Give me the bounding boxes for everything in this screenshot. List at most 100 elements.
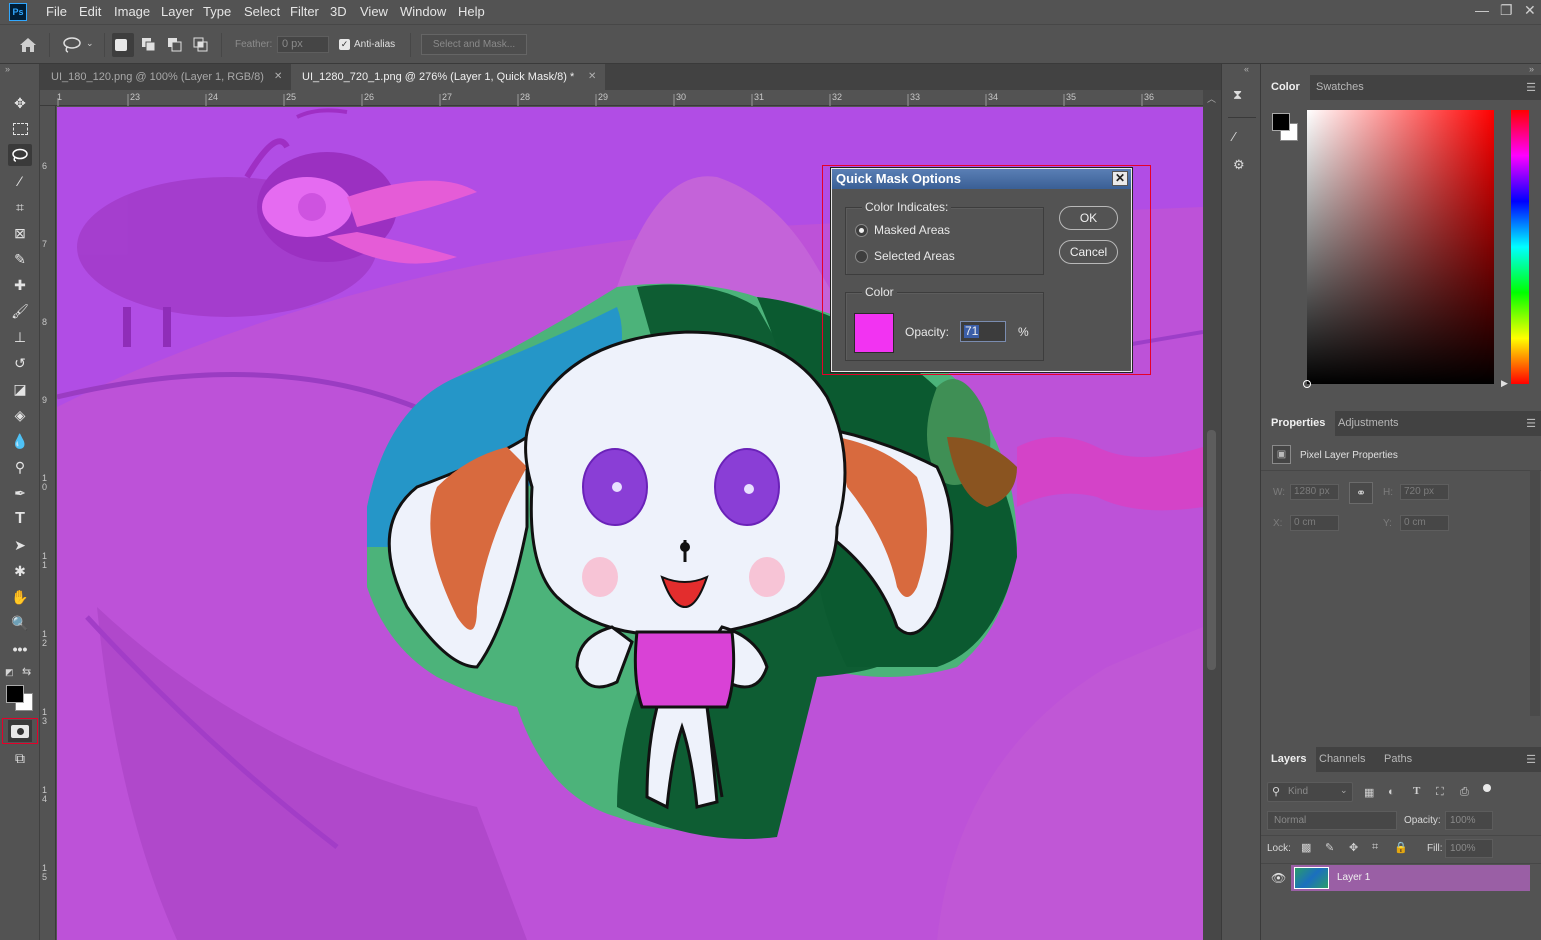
lock-all-icon[interactable]: 🔒 — [1394, 841, 1408, 854]
opacity-input[interactable]: 71 — [960, 321, 1006, 342]
menu-filter[interactable]: Filter — [290, 4, 319, 19]
tab-color[interactable]: Color — [1261, 75, 1310, 100]
color-picker-cursor[interactable] — [1303, 380, 1311, 388]
tool-preset-chevron-icon[interactable]: ⌄ — [86, 38, 94, 49]
dialog-close-icon[interactable]: ✕ — [1112, 171, 1128, 186]
selected-areas-radio[interactable] — [855, 250, 868, 263]
layer-visibility-eye-icon[interactable]: 👁 — [1271, 871, 1286, 885]
foreground-color-swatch[interactable] — [6, 685, 24, 703]
close-window-icon[interactable]: ✕ — [1524, 2, 1536, 19]
paint-bucket-tool-icon[interactable]: ◈ — [8, 404, 32, 426]
menu-edit[interactable]: Edit — [79, 4, 101, 19]
y-field[interactable]: 0 cm — [1400, 515, 1449, 531]
tab-ui-1280-close-icon[interactable]: ✕ — [588, 64, 596, 90]
lock-artboard-icon[interactable]: ⌗ — [1372, 841, 1378, 854]
filter-smart-objects-icon[interactable]: ⎙ — [1460, 786, 1469, 799]
filter-type-layers-icon[interactable]: T — [1413, 785, 1420, 797]
clone-stamp-tool-icon[interactable]: ⊥ — [8, 326, 32, 348]
hue-slider-handle-icon[interactable]: ▶ — [1501, 378, 1508, 389]
tab-paths[interactable]: Paths — [1374, 747, 1422, 772]
pen-tool-icon[interactable]: ✒ — [8, 482, 32, 504]
menu-3d[interactable]: 3D — [330, 4, 347, 19]
path-selection-tool-icon[interactable]: ➤ — [8, 534, 32, 556]
intersect-selection-icon[interactable] — [193, 37, 209, 53]
link-dimensions-icon[interactable]: ⚭ — [1349, 482, 1373, 504]
type-tool-icon[interactable]: T — [8, 508, 32, 530]
menu-window[interactable]: Window — [400, 4, 446, 19]
layer-row[interactable]: Layer 1 — [1291, 865, 1530, 891]
zoom-tool-icon[interactable]: 🔍 — [8, 612, 32, 634]
properties-scrollbar[interactable] — [1530, 470, 1540, 716]
ok-button[interactable]: OK — [1059, 206, 1118, 230]
feather-input[interactable]: 0 px — [277, 36, 329, 53]
brush-tool-icon[interactable]: 🖌 — [8, 300, 32, 322]
tab-ui-1280[interactable]: UI_1280_720_1.png @ 276% (Layer 1, Quick… — [291, 64, 605, 90]
masked-areas-radio[interactable] — [855, 224, 868, 237]
screen-mode-icon[interactable]: ⧉ — [8, 747, 32, 769]
history-brush-tool-icon[interactable]: ↺ — [8, 352, 32, 374]
tab-ui-180-close-icon[interactable]: ✕ — [274, 64, 282, 90]
frame-tool-icon[interactable]: ⊠ — [8, 222, 32, 244]
collapse-toolbar-icon[interactable]: » — [5, 64, 10, 74]
filter-adjustment-layers-icon[interactable]: ◐ — [1388, 786, 1395, 798]
shape-tool-icon[interactable]: ✱ — [8, 560, 32, 582]
more-tools-icon[interactable]: ••• — [8, 638, 32, 660]
blend-mode-select[interactable]: Normal — [1267, 811, 1397, 830]
tab-ui-180[interactable]: UI_180_120.png @ 100% (Layer 1, RGB/8) — [40, 64, 291, 90]
width-field[interactable]: 1280 px — [1290, 484, 1339, 500]
properties-panel-menu-icon[interactable]: ☰ — [1526, 417, 1536, 430]
expand-panels-icon[interactable]: » — [1529, 64, 1534, 74]
tab-channels[interactable]: Channels — [1309, 747, 1375, 772]
hue-slider[interactable] — [1511, 110, 1529, 384]
subtract-from-selection-icon[interactable] — [167, 37, 183, 53]
layers-panel-menu-icon[interactable]: ☰ — [1526, 753, 1536, 766]
lasso-tool-icon[interactable] — [62, 37, 82, 53]
move-tool-icon[interactable]: ✥ — [8, 92, 32, 114]
dodge-tool-icon[interactable]: ⚲ — [8, 456, 32, 478]
selected-areas-label[interactable]: Selected Areas — [874, 249, 955, 263]
menu-help[interactable]: Help — [458, 4, 485, 19]
blur-tool-icon[interactable]: 💧 — [8, 430, 32, 452]
menu-image[interactable]: Image — [114, 4, 150, 19]
history-panel-icon[interactable]: ⧗ — [1233, 87, 1251, 107]
brush-presets-icon[interactable]: ⚙ — [1233, 157, 1251, 177]
quick-mask-mode-icon[interactable] — [8, 720, 32, 742]
filter-shape-layers-icon[interactable]: ⛶ — [1436, 786, 1444, 799]
home-icon[interactable] — [19, 37, 37, 53]
default-colors-icon[interactable]: ◩ — [5, 667, 14, 678]
brush-settings-icon[interactable]: ⁄ — [1233, 129, 1251, 149]
lock-transparent-pixels-icon[interactable]: ▩ — [1301, 841, 1311, 854]
menu-layer[interactable]: Layer — [161, 4, 194, 19]
dialog-title-bar[interactable]: Quick Mask Options ✕ — [832, 169, 1131, 189]
photoshop-logo-icon[interactable]: Ps — [9, 3, 27, 21]
mask-color-swatch[interactable] — [854, 313, 894, 353]
menu-view[interactable]: View — [360, 4, 388, 19]
crop-tool-icon[interactable]: ⌗ — [8, 196, 32, 218]
menu-select[interactable]: Select — [244, 4, 280, 19]
layer-name[interactable]: Layer 1 — [1337, 872, 1370, 883]
tab-properties[interactable]: Properties — [1261, 411, 1336, 436]
lock-position-icon[interactable]: ✥ — [1349, 841, 1358, 854]
collapse-strip-icon[interactable]: « — [1244, 64, 1249, 74]
foreground-color-swatch[interactable] — [1272, 113, 1290, 131]
eraser-tool-icon[interactable]: ◪ — [8, 378, 32, 400]
add-to-selection-icon[interactable] — [141, 37, 157, 53]
menu-file[interactable]: File — [46, 4, 67, 19]
scroll-up-icon[interactable]: ︿ — [1207, 92, 1216, 105]
layer-filter-kind[interactable]: ⚲ Kind ⌄ — [1267, 782, 1353, 802]
lasso-tool-selected-icon[interactable] — [8, 144, 32, 166]
swap-colors-icon[interactable]: ⇆ — [22, 665, 31, 678]
vertical-scrollbar[interactable]: ︿ — [1203, 90, 1221, 940]
eyedropper-tool-icon[interactable]: ✎ — [8, 248, 32, 270]
healing-brush-tool-icon[interactable]: ✚ — [8, 274, 32, 296]
filter-pixel-layers-icon[interactable]: ▦ — [1364, 786, 1374, 799]
x-field[interactable]: 0 cm — [1290, 515, 1339, 531]
hand-tool-icon[interactable]: ✋ — [8, 586, 32, 608]
layer-fill-field[interactable]: 100% — [1445, 839, 1493, 858]
filter-toggle-icon[interactable] — [1483, 784, 1491, 792]
color-field[interactable] — [1307, 110, 1494, 384]
magic-wand-tool-icon[interactable]: ⁄ — [8, 170, 32, 192]
minimize-icon[interactable]: — — [1475, 2, 1489, 18]
masked-areas-label[interactable]: Masked Areas — [874, 223, 950, 237]
maximize-icon[interactable]: ❐ — [1500, 2, 1513, 19]
